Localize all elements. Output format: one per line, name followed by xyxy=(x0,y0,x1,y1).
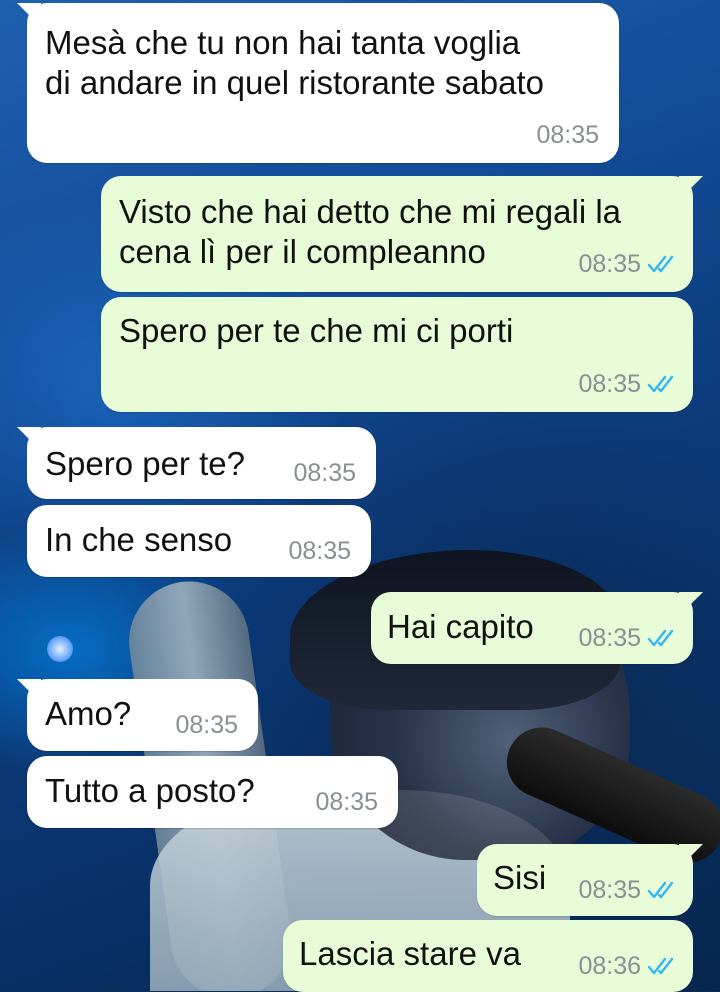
message-meta: 08:35 xyxy=(578,370,679,398)
message-time: 08:35 xyxy=(578,250,641,278)
double-check-icon xyxy=(647,881,674,899)
message-text: In che senso xyxy=(45,521,233,558)
message-time: 08:35 xyxy=(288,537,351,565)
message-bubble-outgoing[interactable]: Lascia stare va 08:36 xyxy=(283,920,693,992)
message-time: 08:35 xyxy=(578,624,641,652)
message-bubble-outgoing[interactable]: Spero per te che mi ci porti 08:35 xyxy=(101,297,693,412)
message-bubble-outgoing[interactable]: Sisi 08:35 xyxy=(477,844,703,916)
message-meta: 08:35 xyxy=(578,876,679,904)
double-check-icon xyxy=(647,629,674,647)
message-bubble-outgoing[interactable]: Visto che hai detto che mi regali la cen… xyxy=(101,176,703,292)
double-check-icon xyxy=(647,957,674,975)
message-time: 08:35 xyxy=(578,876,641,904)
message-time: 08:35 xyxy=(536,121,599,149)
message-time: 08:35 xyxy=(578,370,641,398)
double-check-icon xyxy=(647,255,674,273)
message-bubble-incoming[interactable]: Mesà che tu non hai tanta voglia di anda… xyxy=(17,3,619,163)
message-text: Spero per te? xyxy=(45,445,245,482)
message-time: 08:35 xyxy=(315,788,378,816)
message-meta: 08:35 xyxy=(578,624,679,652)
message-text: Tutto a posto? xyxy=(45,772,255,809)
bubble-tail xyxy=(17,3,41,27)
message-bubble-incoming[interactable]: Amo? 08:35 xyxy=(17,679,258,751)
bubble-tail xyxy=(679,592,703,616)
message-text: Amo? xyxy=(45,695,132,732)
message-meta: 08:35 xyxy=(578,250,679,278)
bubble-tail xyxy=(679,176,703,200)
bubble-tail xyxy=(17,427,41,451)
message-text: Sisi xyxy=(493,859,547,896)
message-time: 08:35 xyxy=(293,459,356,487)
message-bubble-outgoing[interactable]: Hai capito 08:35 xyxy=(371,592,703,664)
message-text: Lascia stare va xyxy=(299,935,521,972)
message-meta: 08:35 xyxy=(175,711,238,739)
message-meta: 08:35 xyxy=(315,788,378,816)
message-time: 08:35 xyxy=(175,711,238,739)
message-meta: 08:36 xyxy=(578,952,679,980)
bubble-tail xyxy=(679,844,703,868)
message-list: Mesà che tu non hai tanta voglia di anda… xyxy=(0,0,720,992)
message-meta: 08:35 xyxy=(293,459,356,487)
message-text: Mesà che tu non hai tanta voglia di anda… xyxy=(45,24,544,101)
message-meta: 08:35 xyxy=(288,537,351,565)
message-text: Visto che hai detto che mi regali la cen… xyxy=(119,193,622,270)
message-bubble-incoming[interactable]: Spero per te? 08:35 xyxy=(17,427,376,499)
message-bubble-incoming[interactable]: Tutto a posto? 08:35 xyxy=(27,756,398,828)
message-text: Spero per te che mi ci porti xyxy=(119,312,514,349)
message-text: Hai capito xyxy=(387,608,534,645)
message-meta: 08:35 xyxy=(536,121,599,149)
message-time: 08:36 xyxy=(578,952,641,980)
bubble-tail xyxy=(17,679,41,703)
message-bubble-incoming[interactable]: In che senso 08:35 xyxy=(27,505,371,577)
double-check-icon xyxy=(647,375,674,393)
